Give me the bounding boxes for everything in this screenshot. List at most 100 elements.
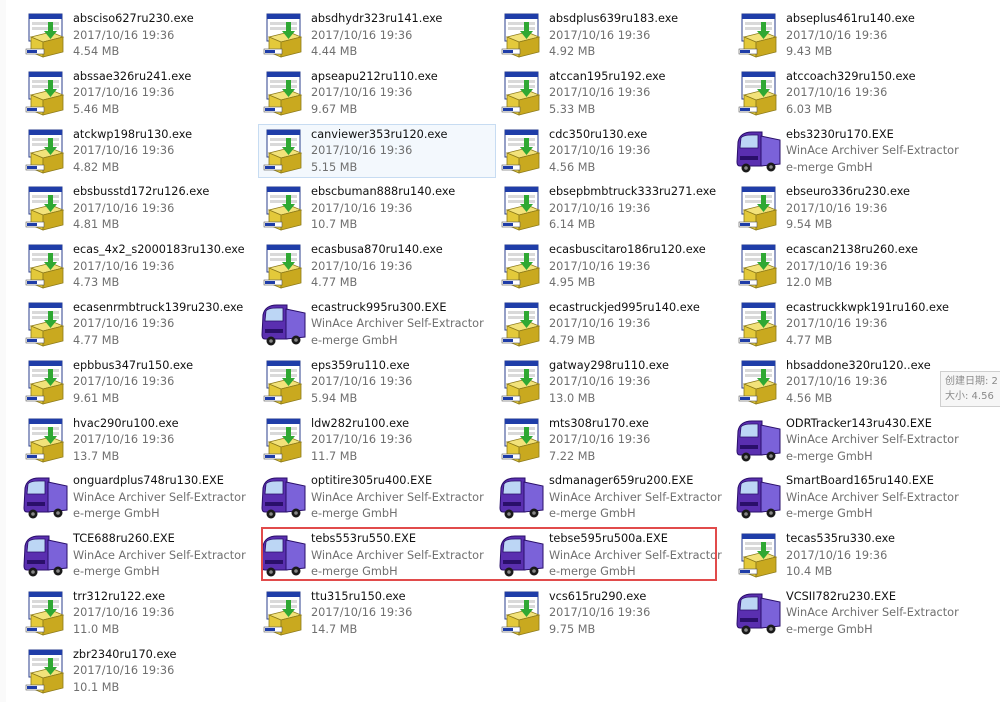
- file-item[interactable]: hbsaddone320ru120..exe 2017/10/16 19:36 4.…: [733, 355, 970, 409]
- file-item[interactable]: atckwp198ru130.exe 2017/10/16 19:36 4.82 M…: [20, 124, 258, 178]
- file-item[interactable]: tebs553ru550.EXE WinAce Archiver Self-Ext…: [258, 528, 496, 582]
- file-text: abssae326ru241.exe 2017/10/16 19:36 5.46 M…: [71, 67, 191, 119]
- truck-icon: [497, 472, 547, 522]
- file-item[interactable]: ecastruckjed995ru140.exe 2017/10/16 19:36…: [496, 297, 733, 351]
- file-item[interactable]: ecasbuscitaro186ru120.exe 2017/10/16 19:3…: [496, 239, 733, 293]
- file-text: absdhydr323ru141.exe 2017/10/16 19:36 4.44…: [309, 9, 442, 61]
- file-name: ecasbuscitaro186ru120.exe: [549, 243, 706, 257]
- file-item[interactable]: absdplus639ru183.exe 2017/10/16 19:36 4.92…: [496, 8, 733, 62]
- file-item[interactable]: ebsepbmbtruck333ru271.exe 2017/10/16 19:3…: [496, 181, 733, 235]
- file-detail-line1: 2017/10/16 19:36: [73, 375, 175, 389]
- file-detail-line2: 5.94 MB: [311, 391, 358, 405]
- file-detail-line2: 4.56 MB: [549, 160, 596, 174]
- file-text: absdplus639ru183.exe 2017/10/16 19:36 4.92…: [547, 9, 678, 61]
- file-detail-line1: 2017/10/16 19:36: [549, 375, 651, 389]
- file-item[interactable]: ODRTracker143ru430.EXE WinAce Archiver Se…: [733, 413, 970, 467]
- file-item[interactable]: ecascan2138ru260.exe 2017/10/16 19:36 12.0…: [733, 239, 970, 293]
- file-item[interactable]: apseapu212ru110.exe 2017/10/16 19:36 9.67 …: [258, 66, 496, 120]
- file-detail-line1: 2017/10/16 19:36: [311, 259, 413, 273]
- file-detail-line2: 4.77 MB: [73, 333, 120, 347]
- file-name: atccan195ru192.exe: [549, 69, 666, 83]
- file-item[interactable]: trr312ru122.exe 2017/10/16 19:36 11.0 MB: [20, 586, 258, 640]
- file-item[interactable]: ecas_4x2_s2000183ru130.exe 2017/10/16 19:…: [20, 239, 258, 293]
- file-item[interactable]: ebscbuman888ru140.exe 2017/10/16 19:36 10.…: [258, 181, 496, 235]
- file-detail-line1: 2017/10/16 19:36: [311, 375, 413, 389]
- file-name: vcs615ru290.exe: [549, 589, 647, 603]
- file-item[interactable]: atccoach329ru150.exe 2017/10/16 19:36 6.03…: [733, 66, 970, 120]
- file-detail-line2: 4.77 MB: [786, 333, 833, 347]
- file-detail-line2: 4.54 MB: [73, 45, 120, 58]
- file-item[interactable]: tebse595ru500a.EXE WinAce Archiver Self-E…: [496, 528, 733, 582]
- file-detail-line2: e-merge GmbH: [311, 507, 398, 521]
- truck-icon: [21, 472, 71, 522]
- file-text: ebs3230ru170.EXE WinAce Archiver Self-Ext…: [784, 125, 959, 177]
- file-detail-line1: WinAce Archiver Self-Extractor: [786, 606, 959, 620]
- file-item[interactable]: mts308ru170.exe 2017/10/16 19:36 7.22 MB: [496, 413, 733, 467]
- file-detail-line2: 9.54 MB: [786, 218, 833, 232]
- file-item[interactable]: ecastruckkwpk191ru160.exe 2017/10/16 19:3…: [733, 297, 970, 351]
- file-item[interactable]: ecasbusa870ru140.exe 2017/10/16 19:36 4.77…: [258, 239, 496, 293]
- file-name: ecastruckjed995ru140.exe: [549, 300, 700, 314]
- file-text: ebscbuman888ru140.exe 2017/10/16 19:36 10.…: [309, 182, 455, 234]
- file-item[interactable]: TCE688ru260.EXE WinAce Archiver Self-Extr…: [20, 528, 258, 582]
- file-detail-line2: 9.67 MB: [311, 102, 358, 116]
- installer-icon: [259, 68, 309, 118]
- file-item[interactable]: ldw282ru100.exe 2017/10/16 19:36 11.7 MB: [258, 413, 496, 467]
- file-item[interactable]: ttu315ru150.exe 2017/10/16 19:36 14.7 MB: [258, 586, 496, 640]
- file-detail-line2: 4.44 MB: [311, 45, 358, 58]
- file-name: sdmanager659ru200.EXE: [549, 474, 694, 488]
- installer-icon: [734, 10, 784, 60]
- file-item[interactable]: absdhydr323ru141.exe 2017/10/16 19:36 4.44…: [258, 8, 496, 62]
- file-item[interactable]: sdmanager659ru200.EXE WinAce Archiver Sel…: [496, 470, 733, 524]
- file-detail-line1: 2017/10/16 19:36: [311, 144, 413, 158]
- file-item[interactable]: cdc350ru130.exe 2017/10/16 19:36 4.56 MB: [496, 124, 733, 178]
- file-name: zbr2340ru170.exe: [73, 647, 177, 661]
- file-detail-line1: 2017/10/16 19:36: [73, 144, 175, 158]
- file-item[interactable]: onguardplus748ru130.EXE WinAce Archiver S…: [20, 470, 258, 524]
- file-item[interactable]: abseplus461ru140.exe 2017/10/16 19:36 9.43…: [733, 8, 970, 62]
- file-item[interactable]: abssae326ru241.exe 2017/10/16 19:36 5.46 M…: [20, 66, 258, 120]
- file-item[interactable]: tecas535ru330.exe 2017/10/16 19:36 10.4 MB: [733, 528, 970, 582]
- file-name: optitire305ru400.EXE: [311, 474, 433, 488]
- file-item[interactable]: gatway298ru110.exe 2017/10/16 19:36 13.0 M…: [496, 355, 733, 409]
- file-detail-line2: 4.81 MB: [73, 218, 120, 232]
- file-item[interactable]: ebs3230ru170.EXE WinAce Archiver Self-Ext…: [733, 124, 970, 178]
- file-detail-line1: 2017/10/16 19:36: [73, 259, 175, 273]
- file-name: ecas_4x2_s2000183ru130.exe: [73, 243, 245, 257]
- installer-icon: [21, 646, 71, 696]
- file-item[interactable]: SmartBoard165ru140.EXE WinAce Archiver Se…: [733, 470, 970, 524]
- installer-icon: [21, 10, 71, 60]
- file-item[interactable]: eps359ru110.exe 2017/10/16 19:36 5.94 MB: [258, 355, 496, 409]
- file-text: vcs615ru290.exe 2017/10/16 19:36 9.75 MB: [547, 587, 650, 639]
- file-text: SmartBoard165ru140.EXE WinAce Archiver Se…: [784, 471, 959, 523]
- file-detail-line1: 2017/10/16 19:36: [549, 259, 651, 273]
- file-detail-line2: 9.61 MB: [73, 391, 120, 405]
- file-item[interactable]: ecasenrmbtruck139ru230.exe 2017/10/16 19:…: [20, 297, 258, 351]
- file-item[interactable]: ebseuro336ru230.exe 2017/10/16 19:36 9.54 …: [733, 181, 970, 235]
- file-name: ecasbusa870ru140.exe: [311, 243, 443, 257]
- file-name: ebscbuman888ru140.exe: [311, 185, 456, 199]
- file-item[interactable]: optitire305ru400.EXE WinAce Archiver Self…: [258, 470, 496, 524]
- file-detail-line1: 2017/10/16 19:36: [311, 433, 413, 447]
- file-item[interactable]: epbbus347ru150.exe 2017/10/16 19:36 9.61 M…: [20, 355, 258, 409]
- file-item[interactable]: atccan195ru192.exe 2017/10/16 19:36 5.33 M…: [496, 66, 733, 120]
- tooltip-line1: 创建日期: 2: [945, 376, 998, 387]
- file-name: ebs3230ru170.EXE: [786, 127, 894, 141]
- file-detail-line1: 2017/10/16 19:36: [549, 86, 651, 100]
- file-detail-line2: e-merge GmbH: [73, 507, 160, 521]
- file-item[interactable]: VCSII782ru230.EXE WinAce Archiver Self-Ex…: [733, 586, 970, 640]
- file-text: hbsaddone320ru120..exe 2017/10/16 19:36 4.…: [784, 356, 931, 408]
- file-item[interactable]: absciso627ru230.exe 2017/10/16 19:36 4.54 …: [20, 8, 258, 62]
- file-item[interactable]: hvac290ru100.exe 2017/10/16 19:36 13.7 MB: [20, 413, 258, 467]
- installer-icon: [21, 68, 71, 118]
- truck-icon: [21, 530, 71, 580]
- file-detail-line1: 2017/10/16 19:36: [311, 201, 413, 215]
- file-item[interactable]: canviewer353ru120.exe 2017/10/16 19:36 5.1…: [258, 123, 496, 178]
- file-detail-line1: WinAce Archiver Self-Extractor: [311, 317, 484, 331]
- file-item[interactable]: ecastruck995ru300.EXE WinAce Archiver Sel…: [258, 297, 496, 351]
- installer-icon: [734, 357, 784, 407]
- file-item[interactable]: vcs615ru290.exe 2017/10/16 19:36 9.75 MB: [496, 586, 733, 640]
- file-item[interactable]: ebsbusstd172ru126.exe 2017/10/16 19:36 4.8…: [20, 181, 258, 235]
- file-detail-line1: WinAce Archiver Self-Extractor: [73, 548, 246, 562]
- file-item[interactable]: zbr2340ru170.exe 2017/10/16 19:36 10.1 MB: [20, 644, 258, 698]
